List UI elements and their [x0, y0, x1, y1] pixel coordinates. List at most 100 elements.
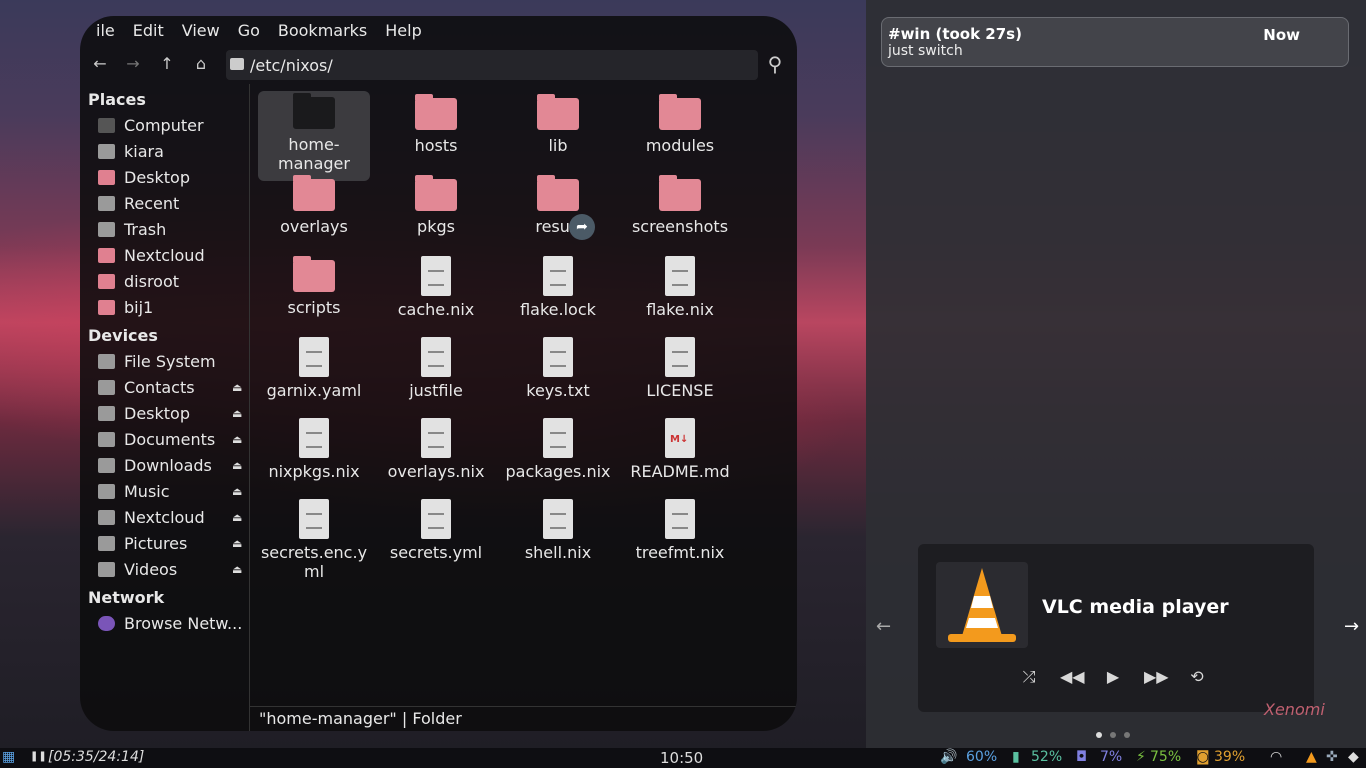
file-item[interactable]: shell.nix [502, 497, 614, 575]
home-icon[interactable]: ⌂ [190, 53, 212, 75]
page-dot[interactable] [1110, 732, 1116, 738]
file-name: screenshots [631, 217, 729, 236]
battery-icon: ⚡ [1136, 749, 1146, 765]
play-icon[interactable]: ▶ [1102, 666, 1124, 688]
sidebar-section-title: Devices [88, 326, 158, 345]
rewind-icon[interactable]: ◀◀ [1060, 666, 1085, 688]
pause-icon[interactable]: ❚❚ [30, 751, 47, 762]
gamepad-tray-icon[interactable]: ✜ [1326, 749, 1338, 765]
sidebar-item[interactable]: Desktop ⏏ [80, 400, 249, 426]
file-item[interactable]: packages.nix [502, 416, 614, 494]
sidebar-item[interactable]: Browse Netw... [80, 610, 249, 636]
prev-arrow-icon[interactable]: ← [876, 616, 891, 637]
sidebar-item[interactable]: Downloads ⏏ [80, 452, 249, 478]
file-item[interactable]: scripts [258, 254, 370, 332]
notification-card[interactable]: #win (took 27s) Now just switch [881, 17, 1349, 67]
sidebar-item[interactable]: Trash [80, 216, 249, 242]
sidebar-item[interactable]: disroot [80, 268, 249, 294]
app-grid-icon[interactable]: ▦ [2, 749, 15, 765]
page-dot[interactable] [1096, 732, 1102, 738]
document-icon [421, 337, 451, 377]
sidebar-item[interactable]: Computer [80, 112, 249, 138]
file-item[interactable]: flake.lock [502, 254, 614, 332]
sidebar-item[interactable]: Nextcloud [80, 242, 249, 268]
file-item[interactable]: lib [502, 92, 614, 170]
diamond-tray-icon[interactable]: ◆ [1348, 749, 1359, 765]
file-item[interactable]: cache.nix [380, 254, 492, 332]
file-item[interactable]: home- manager [258, 91, 370, 181]
file-item[interactable]: screenshots [624, 173, 736, 251]
sidebar-item[interactable]: Documents ⏏ [80, 426, 249, 452]
home-icon [98, 143, 115, 159]
menu-item[interactable]: ile [96, 21, 115, 40]
eject-icon[interactable]: ⏏ [232, 459, 242, 472]
sidebar-item[interactable]: bij1 [80, 294, 249, 320]
sidebar-item[interactable]: Pictures ⏏ [80, 530, 249, 556]
file-item[interactable]: justfile [380, 335, 492, 413]
clock[interactable]: 10:50 [660, 749, 703, 767]
shuffle-icon[interactable]: ⤮ [1018, 666, 1040, 688]
file-item[interactable]: flake.nix [624, 254, 736, 332]
file-item[interactable]: nixpkgs.nix [258, 416, 370, 494]
search-icon[interactable]: ⚲ [764, 53, 786, 75]
menu-item[interactable]: Go [238, 21, 260, 40]
next-arrow-icon[interactable]: → [1344, 616, 1359, 637]
sidebar-item[interactable]: Videos ⏏ [80, 556, 249, 582]
repeat-icon[interactable]: ⟲ [1186, 666, 1208, 688]
cpu-icon: ◘ [1076, 749, 1088, 765]
back-arrow-icon[interactable]: ← [89, 53, 111, 75]
eject-icon[interactable]: ⏏ [232, 563, 242, 576]
file-name: modules [645, 136, 715, 155]
sidebar-item[interactable]: Desktop [80, 164, 249, 190]
sidebar-item[interactable]: Recent [80, 190, 249, 216]
wifi-icon[interactable]: ◠ [1270, 749, 1282, 765]
file-name: secrets.yml [389, 543, 483, 562]
sidebar-item-label: bij1 [124, 297, 154, 317]
forward-arrow-icon[interactable]: → [122, 53, 144, 75]
location-bar[interactable]: /etc/nixos/ [226, 50, 758, 80]
file-item[interactable]: secrets.yml [380, 497, 492, 575]
file-item[interactable]: pkgs [380, 173, 492, 251]
page-dot[interactable] [1124, 732, 1130, 738]
sidebar-item[interactable]: Nextcloud ⏏ [80, 504, 249, 530]
file-item[interactable]: treefmt.nix [624, 497, 736, 575]
volume-icon[interactable]: 🔊 [940, 749, 957, 765]
computer-icon [98, 117, 115, 133]
path-text: /etc/nixos/ [250, 56, 333, 75]
menu-item[interactable]: Edit [133, 21, 164, 40]
page-dots [1096, 732, 1130, 738]
file-item[interactable]: secrets.enc.y ml [258, 497, 370, 581]
sidebar-item[interactable]: Contacts ⏏ [80, 374, 249, 400]
eject-icon[interactable]: ⏏ [232, 433, 242, 446]
file-item[interactable]: result [502, 173, 614, 251]
fast-forward-icon[interactable]: ▶▶ [1144, 666, 1169, 688]
file-item[interactable]: LICENSE [624, 335, 736, 413]
up-arrow-icon[interactable]: ↑ [156, 53, 178, 75]
eject-icon[interactable]: ⏏ [232, 537, 242, 550]
eject-icon[interactable]: ⏏ [232, 407, 242, 420]
menu-item[interactable]: Bookmarks [278, 21, 367, 40]
taskbar: ▦ ❚❚ [05:35/24:14] 10:50 🔊 60% ▮ 52% ◘ 7… [0, 748, 1366, 768]
sidebar-item[interactable]: kiara [80, 138, 249, 164]
eject-icon[interactable]: ⏏ [232, 485, 242, 498]
file-item[interactable]: overlays [258, 173, 370, 251]
file-name: scripts [287, 298, 341, 317]
file-item[interactable]: keys.txt [502, 335, 614, 413]
menu-item[interactable]: View [182, 21, 220, 40]
sidebar-item-label: Browse Netw... [124, 613, 243, 633]
sidebar-item[interactable]: File System [80, 348, 249, 374]
eject-icon[interactable]: ⏏ [232, 381, 242, 394]
file-name: secrets.enc.y ml [260, 543, 368, 581]
file-item[interactable]: overlays.nix [380, 416, 492, 494]
file-name: shell.nix [524, 543, 592, 562]
eject-icon[interactable]: ⏏ [232, 511, 242, 524]
sidebar-item[interactable]: Music ⏏ [80, 478, 249, 504]
vlc-tray-icon[interactable]: ▲ [1306, 749, 1317, 765]
file-item[interactable]: README.md [624, 416, 736, 494]
file-name: lib [548, 136, 568, 155]
notification-panel: #win (took 27s) Now just switch ← → VLC … [866, 0, 1366, 748]
file-item[interactable]: garnix.yaml [258, 335, 370, 413]
file-item[interactable]: modules [624, 92, 736, 170]
file-item[interactable]: hosts [380, 92, 492, 170]
menu-item[interactable]: Help [385, 21, 421, 40]
